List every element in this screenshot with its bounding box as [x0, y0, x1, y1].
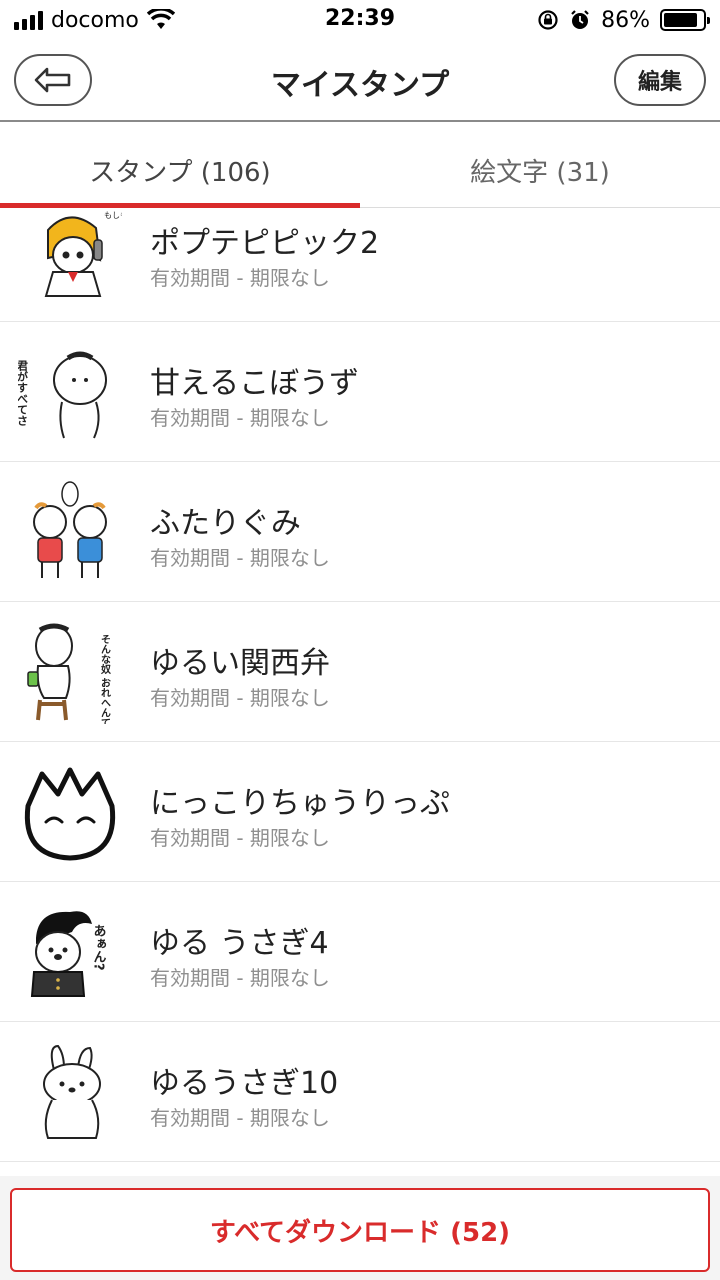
sticker-thumbnail-icon — [24, 767, 116, 861]
sticker-thumbnail-icon: 君がすべてさ — [18, 351, 107, 439]
sticker-thumbnail-icon — [43, 1044, 101, 1139]
tab-stickers[interactable]: スタンプ (106) — [0, 124, 360, 208]
sticker-expiry: 有効期間 - 期限なし — [150, 1106, 330, 1130]
sticker-title: ゆるうさぎ10 — [150, 1066, 339, 1101]
tab-stickers-label: スタンプ (106) — [89, 158, 271, 188]
sticker-expiry: 有効期間 - 期限なし — [150, 966, 330, 990]
list-item[interactable]: もしもし ポプテピピック2 有効期間 - 期限なし — [0, 208, 720, 322]
tab-emoji[interactable]: 絵文字 (31) — [360, 124, 720, 207]
sticker-thumbnail-icon: そんな奴 おれへんて — [27, 623, 112, 724]
sticker-title: ふたりぐみ — [150, 506, 301, 541]
battery-icon — [660, 9, 710, 31]
battery-percent: 86% — [601, 7, 650, 33]
list-item[interactable]: 君がすべてさ 甘えるこぼうず 有効期間 - 期限なし — [0, 322, 720, 462]
list-item[interactable]: にっこりちゅうりっぷ 有効期間 - 期限なし — [0, 742, 720, 882]
sticker-title: ポプテピピック2 — [150, 226, 380, 261]
sticker-list[interactable]: もしもし ポプテピピック2 有効期間 - 期限なし 君がすべてさ 甘えるこぼうず… — [0, 208, 720, 1176]
sticker-title: 甘えるこぼうず — [150, 366, 360, 401]
sticker-thumbnail-icon: あぁん? — [30, 911, 107, 997]
sticker-expiry: 有効期間 - 期限なし — [150, 266, 330, 290]
sticker-expiry: 有効期間 - 期限なし — [150, 546, 330, 570]
sticker-expiry: 有効期間 - 期限なし — [150, 686, 330, 710]
list-item[interactable]: ゆるうさぎ10 有効期間 - 期限なし — [0, 1022, 720, 1162]
status-bar: docomo 22:39 86% — [0, 0, 720, 40]
thumb-text: もしもし — [104, 211, 122, 220]
sticker-title: ゆるい関西弁 — [150, 646, 330, 681]
thumb-text: そんな奴 おれへんて — [99, 634, 112, 724]
sticker-title: にっこりちゅうりっぷ — [150, 786, 450, 821]
battery-fill — [664, 13, 697, 27]
page-title: マイスタンプ — [270, 68, 450, 103]
sticker-thumbnail-icon: もしもし — [44, 211, 122, 297]
thumb-text: 君がすべてさ — [18, 360, 29, 427]
rotation-lock-icon — [538, 10, 558, 30]
bottom-bar: すべてダウンロード (52) — [0, 1176, 720, 1280]
sticker-expiry: 有効期間 - 期限なし — [150, 406, 330, 430]
sticker-title: ゆる うさぎ4 — [150, 926, 329, 961]
list-item[interactable]: あぁん? ゆる うさぎ4 有効期間 - 期限なし — [0, 882, 720, 1022]
sticker-expiry: 有効期間 - 期限なし — [150, 826, 330, 850]
sticker-thumbnail-icon — [33, 481, 107, 578]
download-all-button[interactable]: すべてダウンロード (52) — [10, 1188, 710, 1272]
navigation-bar: マイスタンプ 編集 — [0, 40, 720, 122]
alarm-icon — [571, 10, 589, 29]
list-item[interactable]: そんな奴 おれへんて ゆるい関西弁 有効期間 - 期限なし — [0, 602, 720, 742]
thumb-text: あぁん? — [91, 924, 107, 971]
tab-emoji-label: 絵文字 (31) — [470, 158, 610, 188]
tab-bar: スタンプ (106) 絵文字 (31) — [0, 124, 720, 208]
status-right: 86% — [537, 6, 710, 34]
edit-button[interactable]: 編集 — [614, 54, 706, 106]
list-item[interactable]: ふたりぐみ 有効期間 - 期限なし — [0, 462, 720, 602]
